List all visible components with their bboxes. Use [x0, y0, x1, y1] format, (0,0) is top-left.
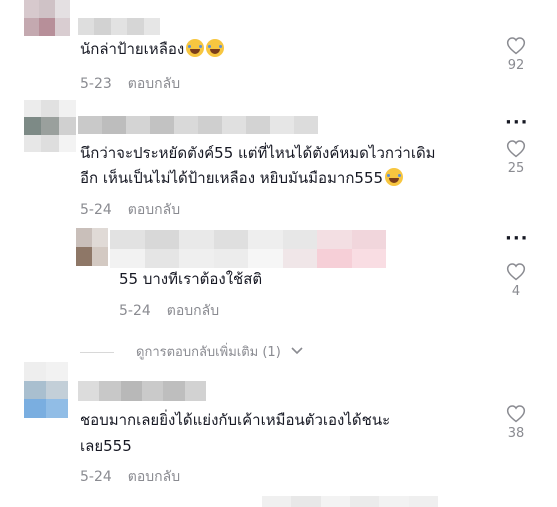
more-dots-icon[interactable]: ···: [505, 230, 529, 248]
like-button[interactable]: 4: [498, 262, 534, 299]
reply-meta: 5-24 ตอบกลับ: [119, 300, 219, 322]
comment-date: 5-24: [80, 202, 112, 218]
reply-text: 55 บางทีเราต้องใช้สติ: [119, 270, 263, 288]
like-count: 38: [507, 426, 525, 441]
more-dots-icon[interactable]: ···: [505, 114, 529, 132]
like-button[interactable]: 25: [498, 139, 534, 176]
comment-meta: 5-24 ตอบกลับ: [80, 466, 180, 488]
reply-button[interactable]: ตอบกลับ: [128, 202, 180, 218]
comment-date: 5-23: [80, 76, 112, 92]
reply-button[interactable]: ตอบกลับ: [128, 76, 180, 92]
reply-date: 5-24: [119, 303, 151, 319]
comment-meta: 5-24 ตอบกลับ: [80, 199, 180, 221]
comment-meta: 5-23 ตอบกลับ: [80, 73, 180, 95]
avatar[interactable]: [24, 362, 68, 418]
chevron-down-icon: [291, 347, 303, 355]
username[interactable]: [78, 116, 318, 134]
divider: [80, 352, 114, 353]
next-comment-username: [262, 496, 438, 507]
laughing-emoji-icon: [385, 168, 404, 186]
reply-button[interactable]: ตอบกลับ: [128, 469, 180, 485]
like-count: 25: [507, 161, 525, 176]
username[interactable]: [78, 18, 160, 35]
avatar[interactable]: [24, 0, 70, 36]
view-more-replies[interactable]: ดูการตอบกลับเพิ่มเติม (1): [80, 341, 303, 362]
reply-username[interactable]: [110, 230, 386, 268]
like-button[interactable]: 38: [498, 404, 534, 441]
heart-outline-icon: [506, 263, 526, 281]
comment-text-line-2: เลย555: [80, 437, 132, 455]
reply-avatar[interactable]: [76, 228, 108, 266]
like-count: 4: [511, 284, 521, 299]
comment-date: 5-24: [80, 469, 112, 485]
view-more-label: ดูการตอบกลับเพิ่มเติม (1): [136, 345, 281, 360]
heart-outline-icon: [506, 37, 526, 55]
laughing-emoji-icon: [206, 39, 225, 57]
comment-text: นักล่าป้ายเหลือง: [80, 34, 225, 65]
like-count: 92: [507, 58, 525, 73]
like-button[interactable]: 92: [498, 36, 534, 73]
heart-outline-icon: [506, 405, 526, 423]
laughing-emoji-icon: [186, 39, 205, 57]
comment-text-line-2: อีก เห็นเป็นไม่ได้ป้ายเหลือง หยิบมันมือม…: [80, 163, 404, 194]
reply-button[interactable]: ตอบกลับ: [167, 303, 219, 319]
avatar[interactable]: [24, 100, 76, 152]
heart-outline-icon: [506, 140, 526, 158]
username[interactable]: [78, 381, 206, 401]
